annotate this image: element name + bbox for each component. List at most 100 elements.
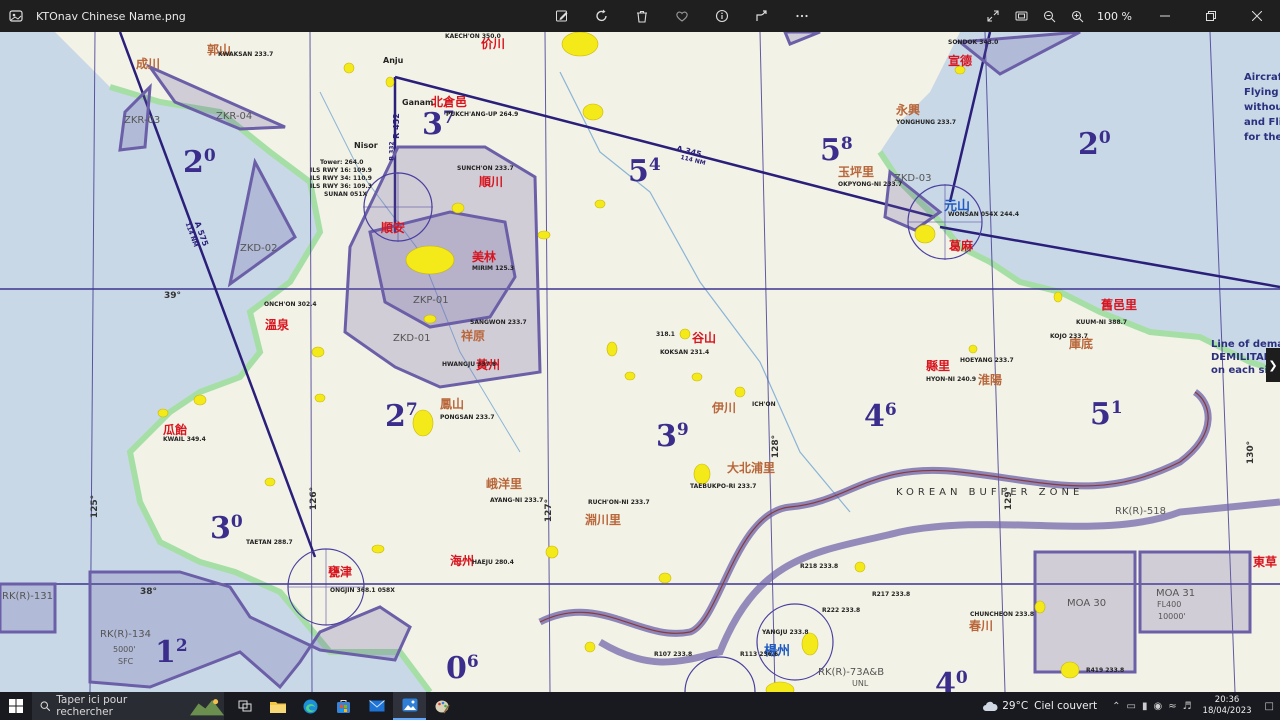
navaid-label: KAECH'ON 350.0 <box>445 33 501 40</box>
navaid-label: Tower: 264.0 <box>320 159 364 166</box>
navaid-label: Nisor <box>354 141 378 150</box>
navaid-label: KUUM-NI 388.7 <box>1076 319 1128 326</box>
city-label: 淵川里 <box>585 513 622 527</box>
delete-icon[interactable] <box>628 2 656 30</box>
city-label: 縣里 <box>926 359 951 373</box>
share-icon[interactable] <box>748 2 776 30</box>
microsoft-store-icon[interactable] <box>327 692 360 720</box>
city-label: 永興 <box>896 103 921 117</box>
clock[interactable]: 20:36 18/04/2023 <box>1203 695 1252 716</box>
navaid-label: ONGJIN 368.1 058X <box>330 587 395 594</box>
longitude-label: 128° <box>771 434 782 459</box>
city-label: 春川 <box>969 619 994 633</box>
show-hidden-icons-chevron-icon[interactable]: ⌃ <box>1112 701 1120 712</box>
minimize-icon[interactable] <box>1142 0 1188 32</box>
longitude-label: 126° <box>309 486 320 511</box>
network-icon[interactable]: ◉ <box>1153 701 1162 712</box>
zone-label: MOA 31 <box>1156 588 1196 599</box>
city-label: 美林 <box>472 250 497 264</box>
city-label: 峨洋里 <box>486 477 523 491</box>
edit-image-icon[interactable] <box>548 2 576 30</box>
zone-label: ZKR-04 <box>216 111 253 122</box>
legend-text: Aircraft Flying T without and Fli for th… <box>1244 72 1280 143</box>
city-label: 順安 <box>381 221 406 235</box>
grid-number: 51 <box>1090 397 1123 432</box>
navaid-label: SANGWON 233.7 <box>470 319 527 326</box>
grid-number: 30 <box>210 511 243 546</box>
airway-label: R 452 <box>391 113 401 139</box>
file-explorer-icon[interactable] <box>261 692 294 720</box>
navaid-label: HOEYANG 233.7 <box>960 357 1014 364</box>
search-highlight-image-icon <box>189 699 225 716</box>
favorite-heart-icon[interactable] <box>668 2 696 30</box>
windows-start-icon[interactable] <box>0 692 32 720</box>
city-label: 谷山 <box>692 331 717 345</box>
navaid-label: SUNCH'ON 233.7 <box>457 165 514 172</box>
grid-number: 20 <box>1078 127 1111 162</box>
city-label: 東草 <box>1253 555 1278 569</box>
city-label: 甕津 <box>328 565 353 579</box>
city-label: 溫泉 <box>265 318 290 332</box>
task-view-icon[interactable] <box>228 692 261 720</box>
info-icon[interactable] <box>708 2 736 30</box>
battery-icon[interactable]: ▮ <box>1142 701 1148 712</box>
taskbar-search-box[interactable]: Taper ici pour rechercher <box>32 692 225 720</box>
navaid-label: HWANGJU 337.6 <box>442 361 497 368</box>
navaid-label: AYANG-NI 233.7 <box>490 497 544 504</box>
photos-app-icon <box>0 0 32 32</box>
zoom-in-icon[interactable] <box>1063 2 1091 30</box>
zoom-out-icon[interactable] <box>1035 2 1063 30</box>
speaker-icon[interactable]: ♬ <box>1183 701 1192 712</box>
rotate-icon[interactable] <box>588 2 616 30</box>
longitude-label: 125° <box>90 494 101 519</box>
zone-label: UNL <box>852 679 869 688</box>
navaid-label: KWAIL 349.4 <box>163 436 206 443</box>
navaid-label: ILS RWY 16: 109.9 <box>310 167 372 174</box>
city-label: 順川 <box>479 175 504 189</box>
navaid-label: SUNAN 051X <box>324 191 368 198</box>
zone-label: RK(R)-73A&B <box>818 667 885 678</box>
city-label: 祥原 <box>461 329 486 343</box>
city-label: 成川 <box>136 57 161 71</box>
cloudy-weather-icon[interactable] <box>982 700 998 712</box>
navaid-label: SONDOK 343.0 <box>948 39 999 46</box>
display-icon[interactable]: ▭ <box>1126 701 1135 712</box>
more-options-icon[interactable] <box>788 2 816 30</box>
zone-label: FL400 <box>1157 600 1182 609</box>
city-label: 大北浦里 <box>727 461 776 475</box>
navaid-label: Ganam <box>402 98 434 107</box>
navaid-label: HYON-NI 240.9 <box>926 376 977 383</box>
restore-icon[interactable] <box>1188 0 1234 32</box>
city-label: 瓜飴 <box>163 423 188 437</box>
city-label: 北倉邑 <box>431 95 468 109</box>
paint-app-icon[interactable] <box>426 692 459 720</box>
edge-browser-icon[interactable] <box>294 692 327 720</box>
zone-label: SFC <box>118 657 134 666</box>
navaid-label: ILS RWY 34: 110.9 <box>310 175 372 182</box>
expand-icon[interactable] <box>979 2 1007 30</box>
map-image[interactable]: 20 37 54 58 20 27 39 46 51 30 12 06 40 郭… <box>0 32 1280 692</box>
next-image-chevron-icon[interactable]: ❯ <box>1266 348 1280 382</box>
navaid-label: HAEJU 280.4 <box>472 559 514 566</box>
grid-number: 40 <box>935 667 968 693</box>
close-icon[interactable] <box>1234 0 1280 32</box>
zone-label: ZKP-01 <box>413 295 449 306</box>
zone-label: RK(R)-134 <box>100 629 151 640</box>
notifications-icon[interactable]: □ <box>1265 701 1274 712</box>
navaid-label: Anju <box>383 56 404 65</box>
city-label: 淮陽 <box>978 373 1003 387</box>
weather-description[interactable]: Ciel couvert <box>1034 700 1097 712</box>
grid-number: 20 <box>183 145 216 180</box>
wifi-icon[interactable]: ≈ <box>1168 701 1176 712</box>
navaid-label: R113 236.6 <box>740 651 779 658</box>
fit-window-icon[interactable] <box>1007 2 1035 30</box>
city-label: 宣德 <box>948 54 973 68</box>
mail-icon[interactable] <box>360 692 393 720</box>
weather-temperature[interactable]: 29°C <box>1002 700 1028 712</box>
grid-number: 58 <box>820 133 853 168</box>
zone-label: MOA 30 <box>1067 598 1107 609</box>
zoom-level[interactable]: 100 % <box>1097 10 1132 23</box>
clock-date: 18/04/2023 <box>1202 706 1252 716</box>
photos-app-taskbar-icon[interactable] <box>393 692 426 720</box>
zone-label: ZKD-01 <box>393 333 431 344</box>
